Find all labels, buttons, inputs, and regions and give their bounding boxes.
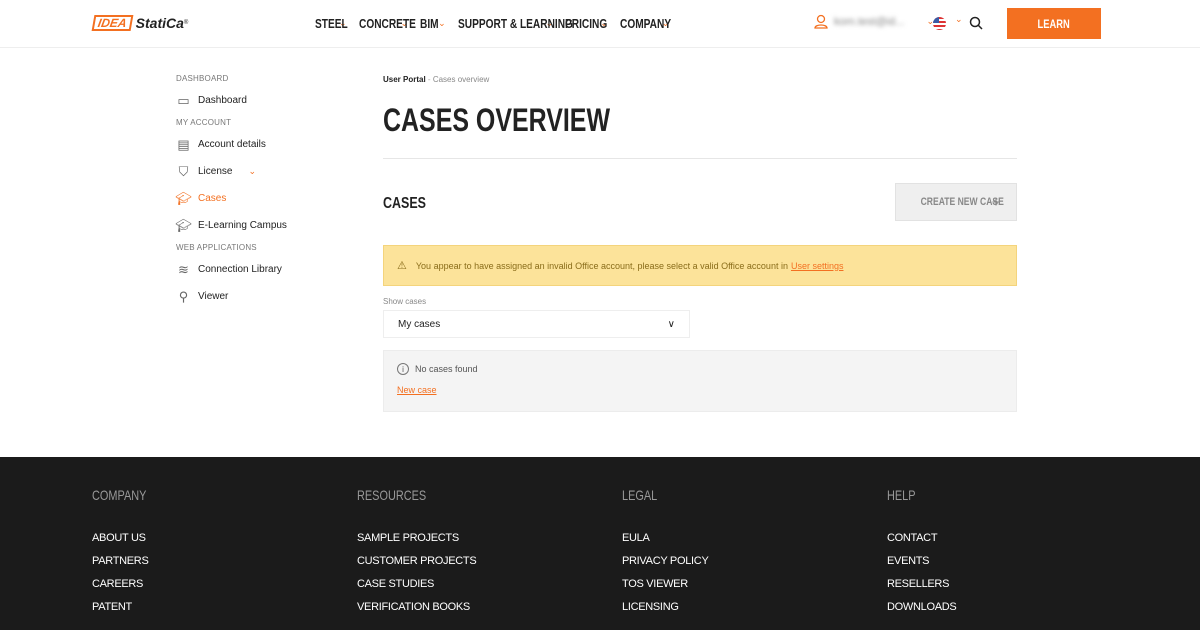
alert-text: You appear to have assigned an invalid O… [415,260,788,271]
user-menu[interactable]: kom.test@id... ⌄ [814,14,946,29]
footer-link[interactable]: ABOUT US [92,527,162,550]
mortarboard-icon: 🎓︎ [175,190,192,206]
chevron-down-icon: ⌄ [438,18,446,28]
sidebar-item-dashboard[interactable]: ▭ Dashboard [176,87,356,114]
user-icon [814,14,828,29]
sidebar-item-account-details[interactable]: ▤ Account details [176,131,356,158]
footer-link[interactable]: LICENSING [622,596,708,619]
idea-statica-logo[interactable]: IDEA StatiCa ® [91,15,188,31]
shield-user-icon: ⛉ [178,163,189,179]
sidebar-section-dashboard: DASHBOARD [176,74,229,83]
footer-column-resources: RESOURCES SAMPLE PROJECTS CUSTOMER PROJECT… [357,487,477,619]
nav-support-learning[interactable]: SUPPORT & LEARNING ⌄ [458,16,573,31]
search-icon: ⚲ [178,288,189,304]
sidebar-item-label: Viewer [198,291,229,302]
nav-company[interactable]: COMPANY ⌄ [620,16,682,31]
section-title: CASES [383,195,426,212]
divider [383,158,1017,159]
footer-link[interactable]: CONTACT [887,527,956,550]
warning-icon: ⚠ [397,260,407,272]
footer-link[interactable]: CASE STUDIES [357,573,476,596]
breadcrumb-user-portal[interactable]: User Portal [383,75,426,84]
sidebar-item-license[interactable]: ⛉ License ⌄ [176,158,356,185]
show-cases-label: Show cases [383,297,427,306]
sidebar-item-cases[interactable]: 🎓︎ Cases [175,185,356,212]
footer-link[interactable]: PRIVACY POLICY [622,550,709,573]
sidebar-item-label: Connection Library [198,264,282,275]
top-header: IDEA StatiCa ® STEEL ⌄ CONCRETE ⌄ BIM ⌄ SUPPO… [0,0,1200,48]
nav-concrete[interactable]: CONCRETE ⌄ [359,16,421,31]
sidebar-item-label: License [198,166,233,177]
monitor-icon: ▭ [177,92,190,108]
learn-button[interactable]: LEARN [1007,8,1101,39]
show-cases-select[interactable]: My cases ∨ [383,310,690,338]
footer-column-help: HELP CONTACT EVENTS RESELLERS DOWNLOADS [887,487,957,619]
chevron-down-icon: ∨ [667,318,675,330]
chevron-down-icon[interactable]: ⌄ [955,14,963,25]
sidebar-item-label: Cases [198,193,227,204]
footer-link[interactable]: PARTNERS [92,550,162,573]
sidebar-item-e-learning-campus[interactable]: 🎓︎ E-Learning Campus [175,212,356,239]
sidebar-section-web-applications: WEB APPLICATIONS [176,243,257,252]
nav-steel[interactable]: STEEL ⌄ [315,16,359,31]
footer-link[interactable]: EULA [622,527,708,550]
footer-link[interactable]: CAREERS [92,573,162,596]
user-settings-link[interactable]: User settings [791,261,844,271]
us-flag-icon[interactable] [933,17,946,30]
footer-link[interactable]: SAMPLE PROJECTS [357,527,476,550]
main-nav: STEEL ⌄ CONCRETE ⌄ BIM ⌄ SUPPORT & LEARNING… [315,16,681,31]
main-content: User Portal - Cases overview CASES OVERV… [383,70,1017,412]
footer-link[interactable]: RESELLERS [887,573,956,596]
create-new-case-button[interactable]: CREATE NEW CASE + [895,183,1017,221]
nav-pricing[interactable]: PRICING ⌄ [565,16,620,31]
breadcrumb-current: Cases overview [432,75,490,84]
sidebar-section-my-account: MY ACCOUNT [176,118,232,127]
footer: COMPANY ABOUT US PARTNERS CAREERS PATENT RES… [0,457,1200,630]
info-icon: i [397,363,409,375]
sidebar-item-viewer[interactable]: ⚲ Viewer [176,283,356,310]
layers-icon: ≋ [178,261,189,277]
breadcrumb: User Portal - Cases overview [383,75,490,84]
footer-link[interactable]: PATENT [92,596,162,619]
mortarboard-icon: 🎓︎ [175,217,192,233]
nav-bim[interactable]: BIM ⌄ [420,16,458,31]
search-icon[interactable] [969,16,983,30]
user-email: kom.test@id... [834,15,905,28]
new-case-link[interactable]: New case [397,385,1003,395]
footer-column-company: COMPANY ABOUT US PARTNERS CAREERS PATENT [92,487,162,619]
empty-text: No cases found [415,364,478,374]
document-icon: ▤ [177,136,190,152]
sidebar: DASHBOARD ▭ Dashboard MY ACCOUNT ▤ Account… [175,70,356,310]
footer-column-legal: LEGAL EULA PRIVACY POLICY TOS VIEWER LICENSI… [622,487,709,619]
sidebar-item-label: Account details [198,139,266,150]
footer-link[interactable]: TOS VIEWER [622,573,708,596]
sidebar-item-label: E-Learning Campus [198,220,287,231]
sidebar-item-connection-library[interactable]: ≋ Connection Library [176,256,356,283]
select-value: My cases [398,318,441,330]
footer-link[interactable]: EVENTS [887,550,956,573]
footer-link[interactable]: CUSTOMER PROJECTS [357,550,477,573]
footer-link[interactable]: VERIFICATION BOOKS [357,596,476,619]
page-title: CASES OVERVIEW [383,102,611,138]
warning-alert: ⚠ You appear to have assigned an invalid … [383,245,1017,286]
sidebar-item-label: Dashboard [198,95,247,106]
footer-link[interactable]: DOWNLOADS [887,596,957,619]
chevron-down-icon[interactable]: ⌄ [248,166,256,177]
empty-state: i No cases found New case [383,350,1017,412]
